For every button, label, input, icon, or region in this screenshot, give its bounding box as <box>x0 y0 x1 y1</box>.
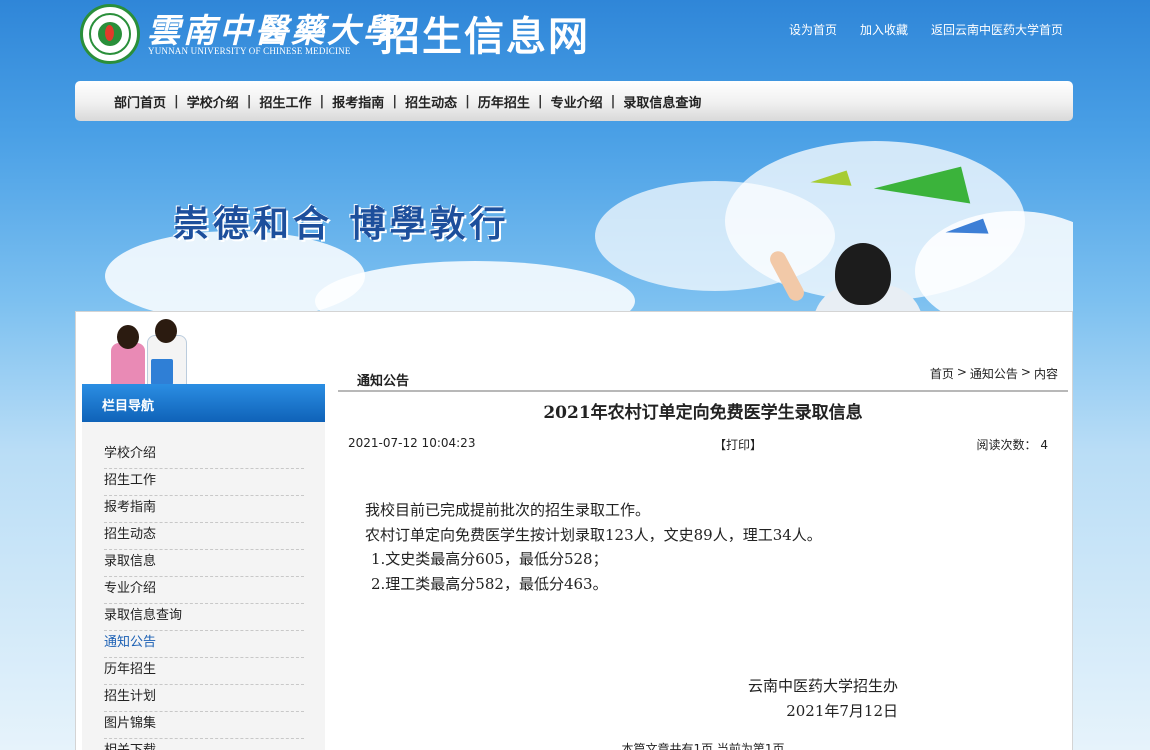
student-boy-head <box>155 319 177 343</box>
article-date: 2021-07-12 10:04:23 <box>348 436 476 450</box>
view-count-label: 阅读次数： <box>976 438 1037 452</box>
breadcrumb-content: 内容 <box>1033 367 1058 381</box>
article-body: 我校目前已完成提前批次的招生录取工作。 农村订单定向免费医学生按计划录取123人… <box>365 498 1045 596</box>
article-meta: 2021-07-12 10:04:23 【打印】 阅读次数： 4 <box>348 436 1048 452</box>
nav-separator: | <box>610 93 616 109</box>
nav-separator: | <box>392 93 398 109</box>
article-header-bar: 通知公告 首页 > 通知公告 > 内容 <box>338 354 1068 392</box>
students-image <box>103 319 193 385</box>
sidebar-item-admission-info[interactable]: 录取信息 <box>104 550 304 577</box>
sidebar-item-notices[interactable]: 通知公告 <box>104 631 304 658</box>
university-home-link[interactable]: 返回云南中医药大学首页 <box>931 21 1063 38</box>
view-count: 阅读次数： 4 <box>977 436 1048 453</box>
body-paragraph: 我校目前已完成提前批次的招生录取工作。 <box>365 501 651 519</box>
main-nav: 部门首页 | 学校介绍 | 招生工作 | 报考指南 | 招生动态 | 历年招生 … <box>75 81 1073 121</box>
nav-item-admissions-work[interactable]: 招生工作 <box>260 92 312 111</box>
site-title: 招生信息网 <box>380 14 590 60</box>
nav-item-admissions-news[interactable]: 招生动态 <box>405 92 457 111</box>
student-girl-head <box>117 325 139 349</box>
nav-separator: | <box>537 93 543 109</box>
nav-item-application-guide[interactable]: 报考指南 <box>332 92 384 111</box>
breadcrumb-separator: > <box>1020 365 1031 379</box>
seal-emblem <box>98 22 122 46</box>
body-paragraph: 农村订单定向免费医学生按计划录取123人，文史89人，理工34人。 <box>365 525 822 544</box>
breadcrumb-notices[interactable]: 通知公告 <box>970 365 1018 382</box>
nav-item-past-admissions[interactable]: 历年招生 <box>478 92 530 111</box>
top-links: 设为首页 加入收藏 返回云南中医药大学首页 <box>789 21 1063 38</box>
content-container: 栏目导航 学校介绍 招生工作 报考指南 招生动态 录取信息 专业介绍 录取信息查… <box>75 311 1073 750</box>
nav-separator: | <box>174 93 179 109</box>
nav-item-home[interactable]: 部门首页 <box>114 92 166 111</box>
view-count-value: 4 <box>1040 438 1048 452</box>
add-favorite-link[interactable]: 加入收藏 <box>860 21 908 38</box>
article-pager: 本篇文章共有1页,当前为第1页 <box>621 742 785 750</box>
breadcrumb-home[interactable]: 首页 <box>930 365 954 382</box>
university-name-cn: 雲南中醫藥大學 <box>147 11 399 50</box>
nav-separator: | <box>319 93 325 109</box>
sidebar-item-admissions-work[interactable]: 招生工作 <box>104 469 304 496</box>
sidebar-item-application-guide[interactable]: 报考指南 <box>104 496 304 523</box>
nav-item-majors[interactable]: 专业介绍 <box>551 92 603 111</box>
university-seal-logo[interactable] <box>80 4 140 64</box>
body-list-item: 2.理工类最高分582，最低分463。 <box>371 574 608 593</box>
signature-date: 2021年7月12日 <box>786 702 898 720</box>
article-category: 通知公告 <box>357 374 410 389</box>
hero-banner: 崇德和合 博學敦行 <box>75 121 1073 311</box>
article-signature: 云南中医药大学招生办 2021年7月12日 <box>676 674 898 724</box>
sidebar-nav: 学校介绍 招生工作 报考指南 招生动态 录取信息 专业介绍 录取信息查询 通知公… <box>82 422 325 750</box>
sidebar-item-admissions-news[interactable]: 招生动态 <box>104 523 304 550</box>
breadcrumb-separator: > <box>956 365 967 379</box>
nav-item-school-intro[interactable]: 学校介绍 <box>187 92 239 111</box>
sidebar-item-past-admissions[interactable]: 历年招生 <box>104 658 304 685</box>
signature-office: 云南中医药大学招生办 <box>747 677 898 695</box>
sidebar-item-admission-plan[interactable]: 招生计划 <box>104 685 304 712</box>
site-header: 雲南中醫藥大學 YUNNAN UNIVERSITY OF CHINESE MED… <box>0 0 1150 80</box>
sidebar-item-gallery[interactable]: 图片锦集 <box>104 712 304 739</box>
sidebar-item-school-intro[interactable]: 学校介绍 <box>104 442 304 469</box>
sidebar-heading: 栏目导航 <box>82 384 325 422</box>
print-button[interactable]: 【打印】 <box>714 436 762 453</box>
sidebar-item-majors[interactable]: 专业介绍 <box>104 577 304 604</box>
nav-separator: | <box>246 93 252 109</box>
breadcrumb: 首页 > 通知公告 > 内容 <box>930 365 1058 382</box>
student-book <box>151 359 173 385</box>
sidebar-item-admission-query[interactable]: 录取信息查询 <box>104 604 304 631</box>
nav-item-admission-query[interactable]: 录取信息查询 <box>623 92 701 111</box>
student-girl <box>111 343 145 385</box>
set-homepage-link[interactable]: 设为首页 <box>789 21 837 38</box>
nav-separator: | <box>465 93 470 109</box>
body-list-item: 1.文史类最高分605，最低分528； <box>371 550 608 568</box>
sidebar-item-downloads[interactable]: 相关下载 <box>104 739 304 750</box>
banner-slogan: 崇德和合 博學敦行 <box>173 203 510 245</box>
university-name-en: YUNNAN UNIVERSITY OF CHINESE MEDICINE <box>148 46 351 56</box>
student-head <box>835 243 891 305</box>
article-title: 2021年农村订单定向免费医学生录取信息 <box>543 403 863 423</box>
